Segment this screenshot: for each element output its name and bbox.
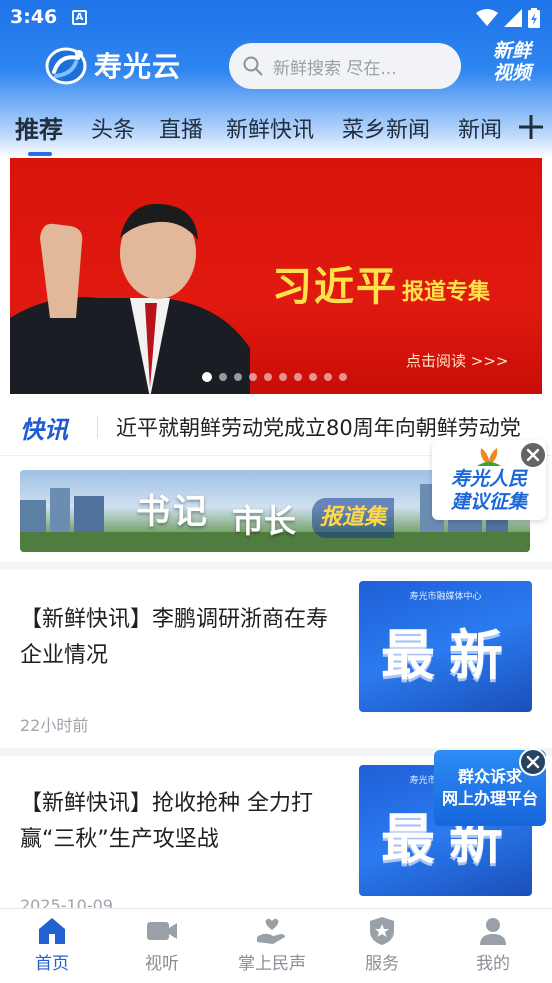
search-icon <box>243 56 263 76</box>
notification-icon: A <box>72 10 87 25</box>
thumb-caption: 寿光市融媒体中心 <box>409 592 482 602</box>
video-camera-icon <box>147 922 177 940</box>
bottom-navigation: 首页 视听 掌上民声 服务 我的 <box>0 908 552 983</box>
carousel-dot[interactable] <box>324 373 332 381</box>
nav-public-voice[interactable]: 掌上民声 <box>217 915 327 974</box>
report-collection-label: 报道集 <box>312 498 395 538</box>
news-article-1[interactable]: 【新鲜快讯】李鹏调研浙商在寿企业情况 22小时前 寿光市融媒体中心 最新 <box>0 562 552 748</box>
banner-title: 习近平 <box>272 264 398 310</box>
nav-label: 视听 <box>145 954 179 974</box>
video-badge-line1: 新鲜 <box>492 40 531 62</box>
flash-divider <box>97 416 98 438</box>
carousel-dots <box>202 372 347 382</box>
app-logo: 寿光云 <box>44 44 181 86</box>
widget2-line2: 网上办理平台 <box>441 789 538 808</box>
featured-banner[interactable]: 习近平 报道专集 点击阅读 >>> <box>10 158 542 394</box>
nav-services[interactable]: 服务 <box>327 915 437 974</box>
tab-vegetable-news[interactable]: 菜乡新闻 <box>342 112 430 144</box>
wifi-icon <box>476 9 498 26</box>
signal-icon <box>504 9 522 27</box>
battery-icon <box>528 8 540 28</box>
nav-label: 服务 <box>365 954 399 974</box>
carousel-dot[interactable] <box>264 373 272 381</box>
tab-fresh-news[interactable]: 新鲜快讯 <box>226 112 314 144</box>
search-placeholder: 新鲜搜索 尽在... <box>273 58 397 79</box>
close-widget1-button[interactable] <box>519 441 547 469</box>
carousel-dot[interactable] <box>294 373 302 381</box>
nav-label: 首页 <box>35 954 69 974</box>
carousel-dot[interactable] <box>219 373 227 381</box>
widget1-line1: 寿光人民 <box>450 468 527 490</box>
system-icons <box>476 8 540 28</box>
close-icon <box>526 755 540 769</box>
shield-star-icon <box>370 917 394 945</box>
tab-headlines[interactable]: 头条 <box>91 112 135 144</box>
logo-text: 寿光云 <box>94 50 182 83</box>
carousel-dot[interactable] <box>309 373 317 381</box>
tab-recommend[interactable]: 推荐 <box>15 110 63 145</box>
video-badge-line2: 视频 <box>492 62 531 84</box>
close-widget2-button[interactable] <box>519 748 547 776</box>
widget1-text: 寿光人民 建议征集 <box>432 468 546 514</box>
carousel-dot[interactable] <box>234 373 242 381</box>
status-bar: 3:46 A <box>0 0 552 36</box>
nav-home[interactable]: 首页 <box>0 915 107 974</box>
nav-mine[interactable]: 我的 <box>438 915 548 974</box>
carousel-dot[interactable] <box>339 373 347 381</box>
logo-mark-icon <box>45 47 87 85</box>
carousel-dot[interactable] <box>249 373 257 381</box>
banner-read-more[interactable]: 点击阅读 >>> <box>406 350 508 371</box>
nav-watch-listen[interactable]: 视听 <box>107 915 217 974</box>
carousel-dot[interactable] <box>279 373 287 381</box>
secretary-label: 书记 <box>136 492 210 532</box>
nav-label: 我的 <box>476 954 510 974</box>
header: 3:46 A 寿光云 新鲜搜索 尽在... 新鲜 视频 推荐 头条 直播 新鲜快… <box>0 0 552 158</box>
nav-label: 掌上民声 <box>238 954 306 974</box>
add-channel-icon[interactable] <box>518 114 544 140</box>
article-thumbnail[interactable]: 寿光市融媒体中心 最新 <box>359 581 532 712</box>
home-icon <box>39 918 65 944</box>
flower-emblem-icon <box>477 448 501 466</box>
person-icon <box>480 918 506 945</box>
search-input[interactable]: 新鲜搜索 尽在... <box>229 43 461 89</box>
banner-subtitle: 报道专集 <box>402 280 491 305</box>
status-time: 3:46 <box>10 6 58 28</box>
article-title[interactable]: 【新鲜快讯】抢收抢种 全力打赢“三秋”生产攻坚战 <box>20 786 340 858</box>
thumb-headline: 最新 <box>381 624 517 687</box>
widget1-line2: 建议征集 <box>450 491 527 513</box>
channel-tabs: 推荐 头条 直播 新鲜快讯 菜乡新闻 新闻 <box>0 106 552 156</box>
app-screen: 3:46 A 寿光云 新鲜搜索 尽在... 新鲜 视频 推荐 头条 直播 新鲜快… <box>0 0 552 983</box>
flash-tag: 快讯 <box>20 416 68 444</box>
close-icon <box>526 448 540 462</box>
tab-news[interactable]: 新闻 <box>458 112 502 144</box>
active-tab-indicator <box>28 152 52 156</box>
mayor-label: 市长 <box>232 502 297 540</box>
article-title[interactable]: 【新鲜快讯】李鹏调研浙商在寿企业情况 <box>20 602 340 674</box>
article-time: 22小时前 <box>20 716 89 735</box>
tab-live[interactable]: 直播 <box>159 112 203 144</box>
carousel-dot[interactable] <box>202 372 212 382</box>
banner-portrait-image <box>10 203 250 394</box>
fresh-video-button[interactable]: 新鲜 视频 <box>478 40 546 96</box>
flash-text[interactable]: 近平就朝鲜劳动党成立80周年向朝鲜劳动党 <box>116 412 536 442</box>
heart-hand-icon <box>257 918 285 944</box>
